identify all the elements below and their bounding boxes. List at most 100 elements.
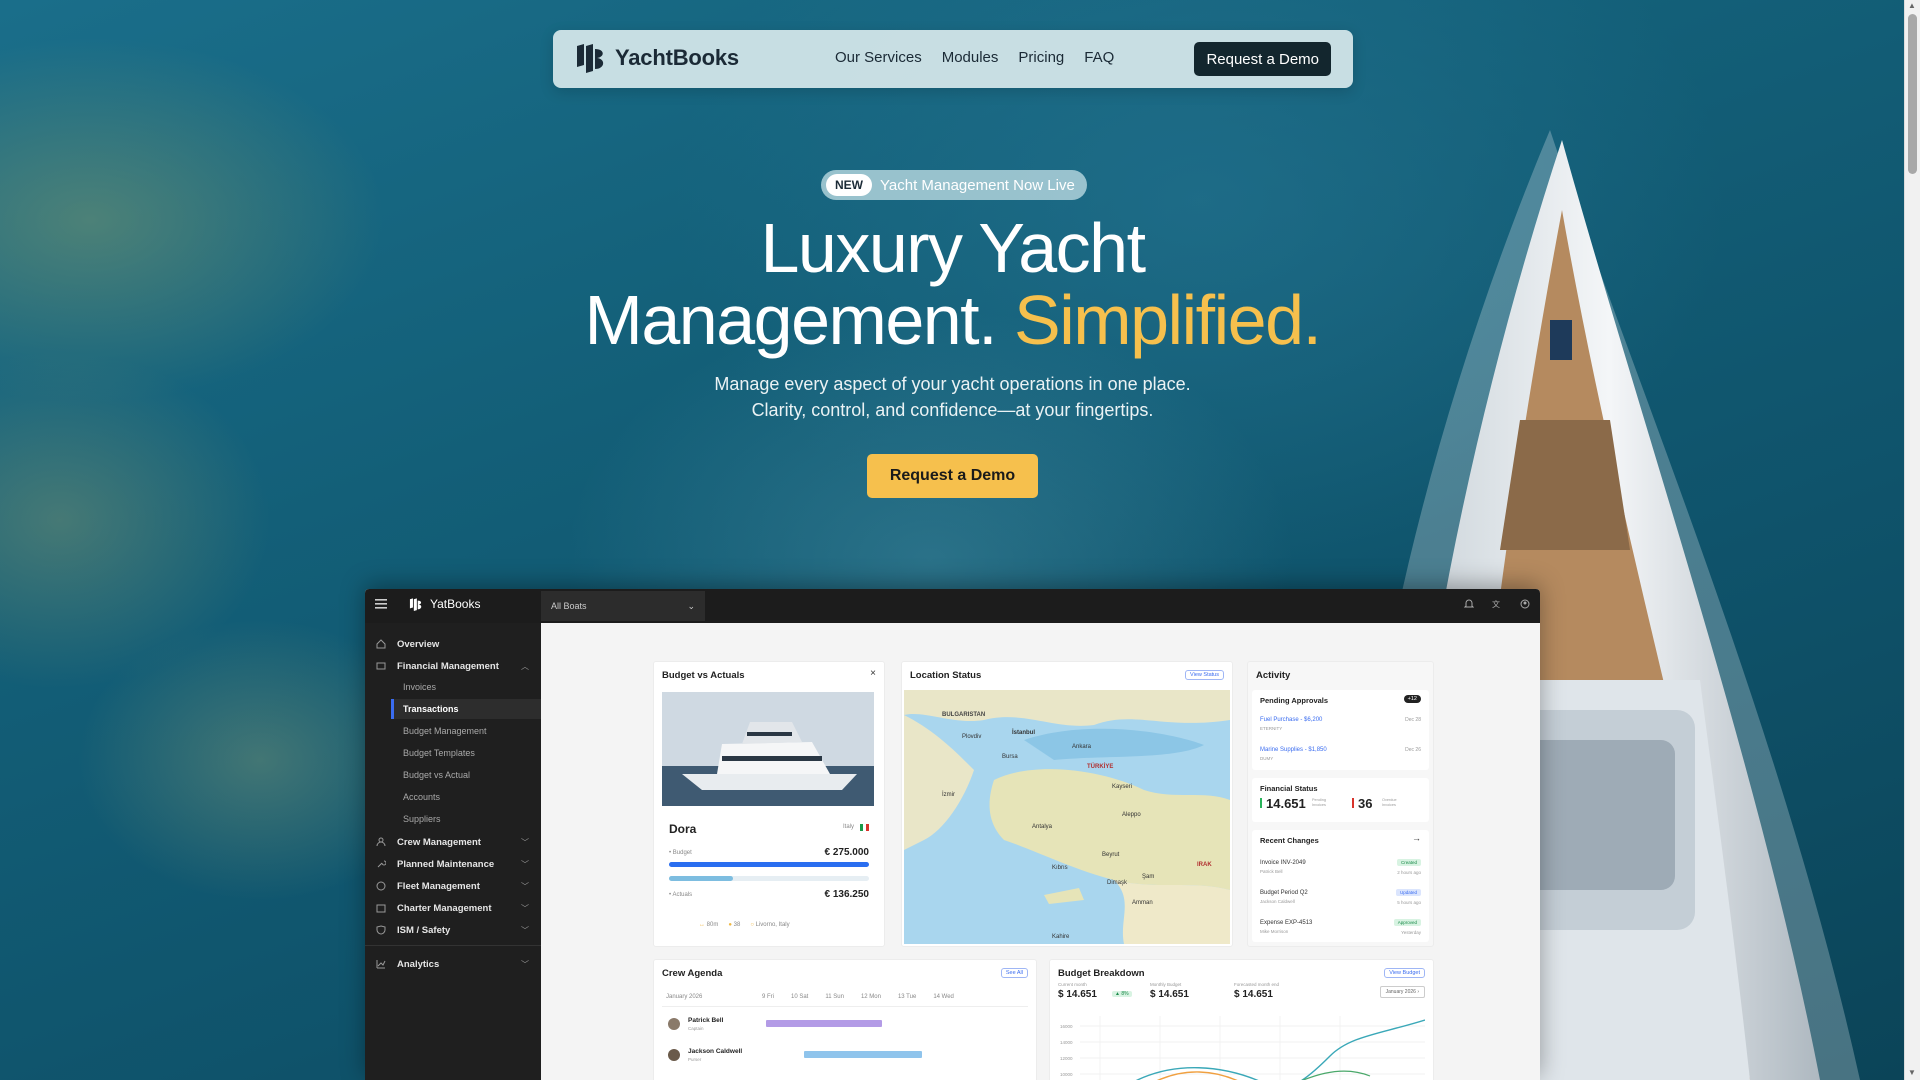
map-label: Kıbrıs [1052, 865, 1068, 871]
see-all-button[interactable]: See All [1000, 968, 1028, 978]
sidebar-item-overview[interactable]: Overview [365, 633, 541, 655]
top-navbar: YachtBooks Our Services Modules Pricing … [553, 30, 1353, 88]
arrow-right-icon[interactable]: → [1412, 833, 1421, 843]
map-label: Bursa [1002, 754, 1018, 760]
page-scrollbar[interactable]: ▲ ▼ [1904, 0, 1920, 1080]
scroll-down-icon[interactable]: ▼ [1908, 1068, 1916, 1077]
agenda-divider [662, 1006, 1028, 1007]
language-icon[interactable]: 文 [1492, 599, 1502, 609]
pending-invoices-value: 14.651 [1266, 796, 1306, 811]
budget-value: € 275.000 [824, 847, 870, 858]
kpi-label: Forecasted month end [1234, 982, 1280, 987]
card-title: Crew Agenda [662, 968, 723, 979]
period-selector[interactable]: January 2026 › [1379, 986, 1425, 998]
recent-item-time: Yesterday [1401, 930, 1421, 935]
recent-item-label[interactable]: Expense EXP-4513 [1260, 920, 1312, 926]
nav-link-our-services[interactable]: Our Services [835, 49, 922, 66]
yacht-photo [662, 692, 874, 806]
sidebar-item-fleet[interactable]: Fleet Management ﹀ [365, 875, 541, 897]
scroll-up-icon[interactable]: ▲ [1908, 1, 1916, 10]
sidebar-subitem-budget-management[interactable]: Budget Management [403, 726, 487, 736]
card-title: Activity [1256, 670, 1291, 681]
nav-link-faq[interactable]: FAQ [1084, 49, 1114, 66]
hero-request-demo-button[interactable]: Request a Demo [867, 454, 1038, 498]
sidebar-label-charter: Charter Management [397, 902, 492, 914]
agenda-bar[interactable] [804, 1051, 922, 1058]
hero-title: Luxury Yacht Management. Simplified. [0, 212, 1905, 356]
announcement-badge[interactable]: NEW Yacht Management Now Live [821, 170, 1087, 200]
map-label: Aleppo [1122, 812, 1141, 818]
location-pin-icon: ○ [750, 922, 754, 928]
sidebar-item-crew[interactable]: Crew Management ﹀ [365, 831, 541, 853]
budget-label: • Budget [669, 850, 692, 856]
agenda-month: January 2026 [666, 994, 703, 1000]
recent-item-label[interactable]: Budget Period Q2 [1260, 890, 1308, 896]
location-map[interactable] [904, 690, 1230, 944]
sidebar-item-financial[interactable]: Financial Management ︿ [365, 655, 541, 677]
sidebar-item-analytics[interactable]: Analytics ﹀ [365, 953, 541, 975]
crew-member-name[interactable]: Patrick Bell [688, 1017, 723, 1024]
recent-changes-panel: Recent Changes → Invoice INV-2049 Patric… [1252, 830, 1429, 942]
hero-subtitle-line2: Clarity, control, and confidence—at your… [751, 400, 1154, 420]
y-tick: 14000 [1060, 1040, 1073, 1045]
dashboard-topbar: YatBooks All Boats ⌄ 文 [365, 589, 1540, 623]
view-status-button[interactable]: View Status [1185, 670, 1224, 680]
scrollbar-thumb[interactable] [1908, 14, 1917, 174]
new-tag: NEW [826, 174, 872, 196]
user-icon[interactable] [1520, 599, 1530, 609]
actuals-bar-fill [669, 876, 733, 881]
pending-item-date: Dec 28 [1405, 717, 1421, 723]
brand-logo[interactable]: YachtBooks [575, 43, 739, 73]
sidebar-divider [365, 945, 541, 946]
map-label: İstanbul [1012, 730, 1036, 736]
sidebar-subitem-transactions[interactable]: Transactions [403, 704, 459, 714]
sidebar-item-maintenance[interactable]: Planned Maintenance ﹀ [365, 853, 541, 875]
menu-icon[interactable] [375, 599, 387, 609]
crew-icon [376, 837, 386, 847]
crew-member-name[interactable]: Jackson Caldwell [688, 1048, 742, 1055]
sidebar-subitem-invoices[interactable]: Invoices [403, 682, 436, 692]
sidebar-subitem-budget-templates[interactable]: Budget Templates [403, 748, 475, 758]
sidebar-subitem-suppliers[interactable]: Suppliers [403, 814, 441, 824]
agenda-day: 13 Tue [897, 994, 917, 1000]
nav-link-pricing[interactable]: Pricing [1018, 49, 1064, 66]
avatar [668, 1018, 680, 1030]
bell-icon[interactable] [1464, 599, 1474, 609]
kpi-value: $ 14.651 [1234, 989, 1273, 1000]
yachtbooks-logo-icon [577, 44, 604, 73]
crew-member-role: Purser [688, 1057, 702, 1062]
sidebar-subitem-budget-vs-actual[interactable]: Budget vs Actual [403, 770, 470, 780]
dashboard-sidebar: Overview Financial Management ︿ Invoices… [365, 623, 544, 1080]
ruler-icon: ↔ [699, 922, 705, 928]
pending-item-label[interactable]: Fuel Purchase - $6,200 [1260, 717, 1322, 723]
map-label: TÜRKİYE [1087, 764, 1114, 770]
card-title: Location Status [910, 670, 982, 681]
actuals-bar-track [669, 876, 869, 881]
agenda-bar[interactable] [766, 1020, 882, 1027]
boat-selector[interactable]: All Boats ⌄ [541, 591, 705, 621]
boat-specs: ↔ 80m ● 38 ○ Livorno, Italy [699, 922, 790, 928]
chevron-down-icon: ﹀ [521, 904, 529, 913]
recent-item-label[interactable]: Invoice INV-2049 [1260, 860, 1306, 866]
map-label: Amman [1132, 900, 1153, 906]
chevron-down-icon: ﹀ [521, 926, 529, 935]
crew-agenda-card: Crew Agenda See All January 2026 9 Fri 1… [653, 959, 1037, 1080]
shield-icon [376, 925, 386, 935]
view-budget-button[interactable]: View Budget [1384, 968, 1425, 978]
budget-trend-chart [1080, 1016, 1425, 1080]
pending-count-badge: +12 [1403, 695, 1421, 703]
nav-link-modules[interactable]: Modules [942, 49, 999, 66]
map-label: Antalya [1032, 824, 1053, 830]
close-icon[interactable]: × [870, 668, 876, 679]
sidebar-subitem-accounts[interactable]: Accounts [403, 792, 440, 802]
sidebar-item-ism[interactable]: ISM / Safety ﹀ [365, 919, 541, 941]
pending-item-label[interactable]: Marine Supplies - $1,850 [1260, 747, 1327, 753]
italy-flag-icon [860, 824, 869, 831]
dashboard-brand[interactable]: YatBooks [409, 597, 480, 611]
actuals-value: € 136.250 [824, 889, 870, 900]
chevron-down-icon: ﹀ [521, 860, 529, 869]
nav-request-demo-button[interactable]: Request a Demo [1194, 42, 1331, 76]
pending-approvals-panel: Pending Approvals +12 Fuel Purchase - $6… [1252, 690, 1429, 770]
sidebar-item-charter[interactable]: Charter Management ﹀ [365, 897, 541, 919]
period-value: January 2026 [1385, 989, 1416, 995]
